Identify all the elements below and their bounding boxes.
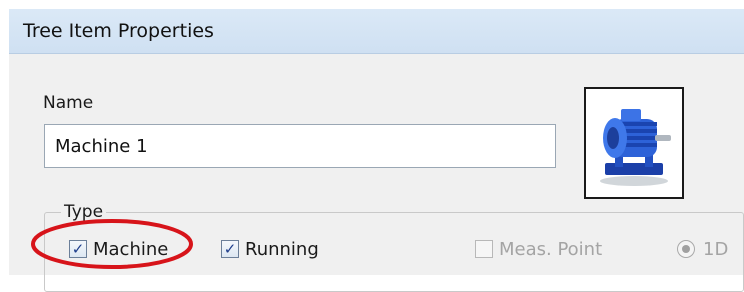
machine-image-preview[interactable] — [584, 87, 684, 199]
meas-point-checkbox-box[interactable] — [475, 240, 493, 258]
machine-checkbox[interactable]: ✓ Machine — [69, 236, 168, 262]
dialog-title: Tree Item Properties — [23, 20, 214, 42]
running-checkbox-box[interactable]: ✓ — [221, 240, 239, 258]
machine-checkbox-label: Machine — [93, 238, 169, 260]
electric-motor-icon — [600, 109, 671, 186]
machine-checkbox-box[interactable]: ✓ — [69, 240, 87, 258]
name-label: Name — [43, 93, 94, 113]
tree-item-properties-dialog: Name Type ✓ Machine ✓ Running Meas. Poin — [9, 54, 744, 292]
type-group-label: Type — [61, 202, 107, 222]
running-checkbox-label: Running — [245, 238, 319, 260]
radio-1d[interactable]: 1D — [677, 236, 728, 262]
name-input[interactable] — [44, 124, 556, 168]
meas-point-checkbox-label: Meas. Point — [499, 238, 603, 260]
radio-1d-label: 1D — [703, 238, 729, 260]
radio-1d-button[interactable] — [677, 240, 695, 258]
dialog-titlebar: Tree Item Properties — [9, 9, 744, 54]
meas-point-checkbox[interactable]: Meas. Point — [475, 236, 602, 262]
running-checkbox[interactable]: ✓ Running — [221, 236, 319, 262]
